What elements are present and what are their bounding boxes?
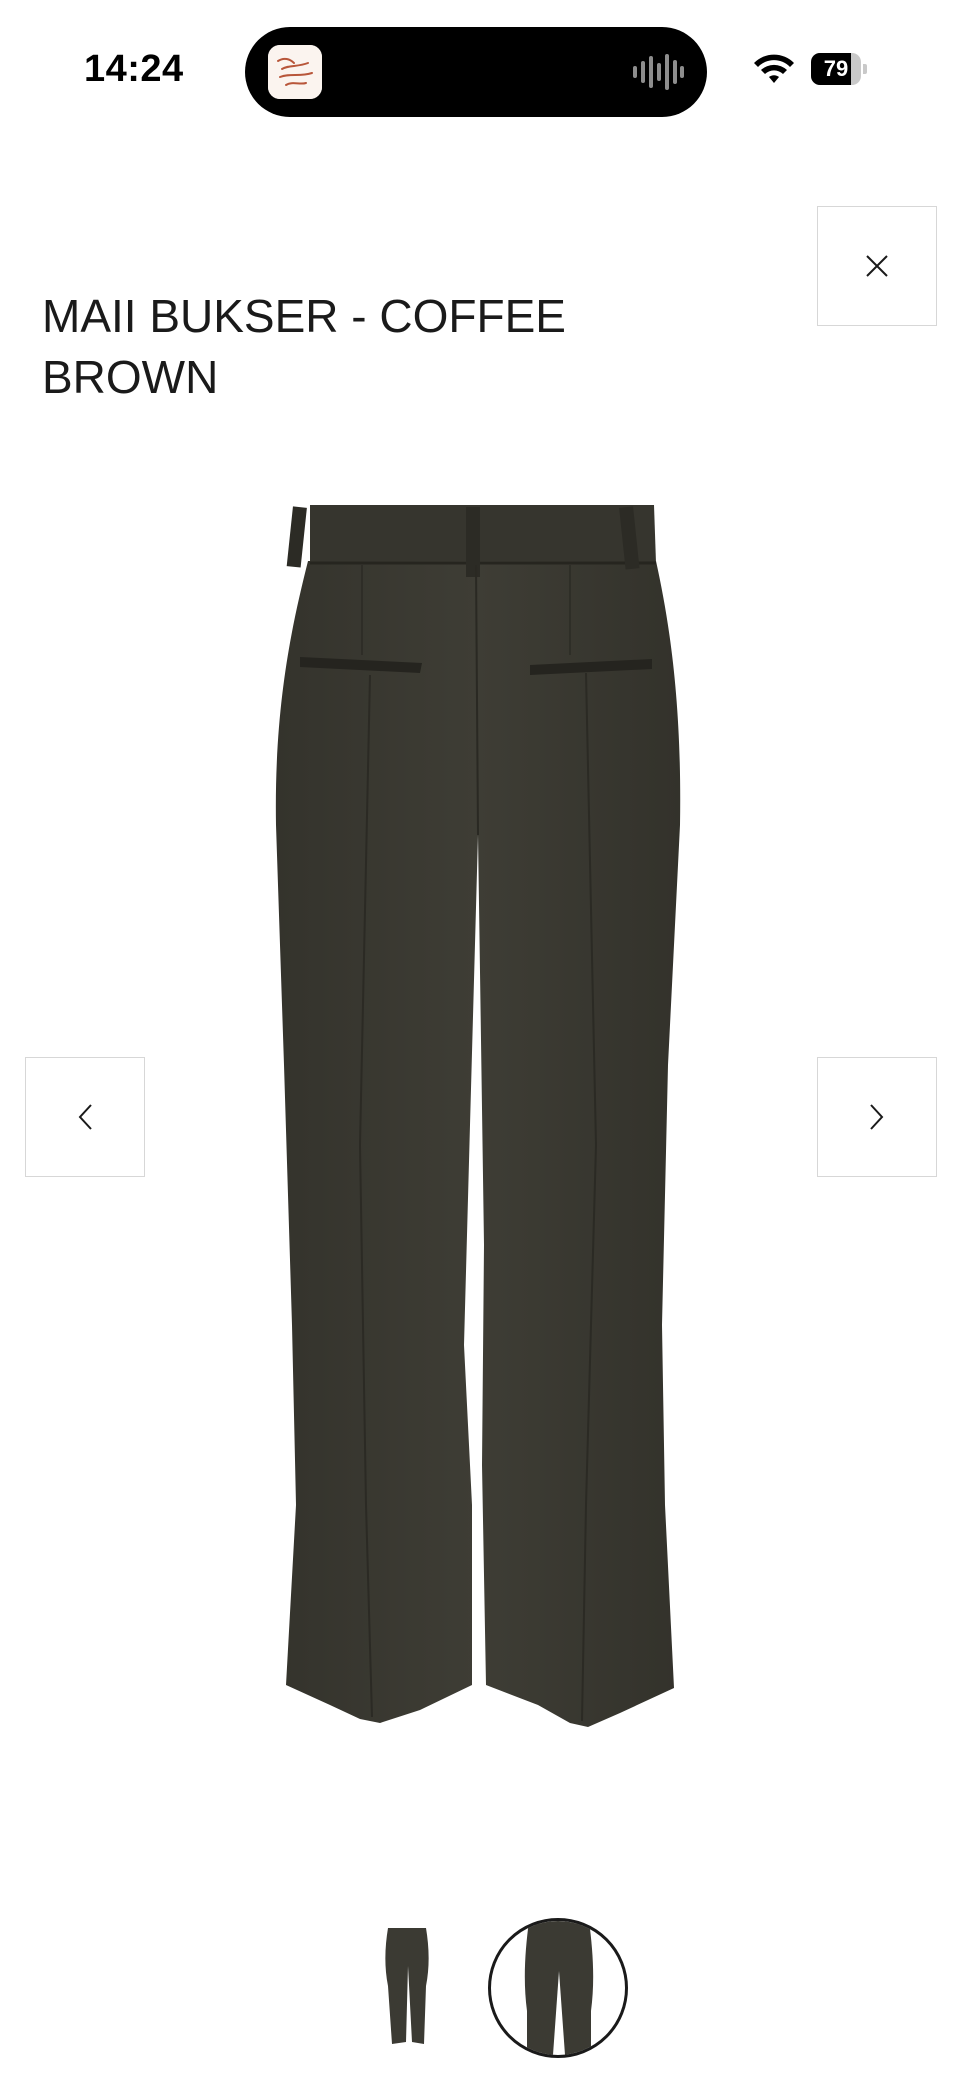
chevron-right-icon [870, 1104, 884, 1130]
thumbnail-1[interactable] [372, 1926, 442, 2046]
status-bar: 14:24 79 [0, 0, 960, 140]
battery-icon: 79 [811, 53, 867, 85]
product-image [275, 505, 681, 1727]
audio-waveform-icon [633, 54, 684, 90]
close-button[interactable] [817, 206, 937, 326]
app-activity-icon[interactable] [268, 45, 322, 99]
next-image-button[interactable] [817, 1057, 937, 1177]
previous-image-button[interactable] [25, 1057, 145, 1177]
thumbnail-2-selected[interactable] [488, 1918, 628, 2058]
chevron-left-icon [78, 1104, 92, 1130]
status-time: 14:24 [84, 48, 184, 90]
dynamic-island[interactable] [245, 27, 707, 117]
product-title: MAII BUKSER - COFFEE BROWN [42, 290, 566, 403]
close-icon [866, 255, 888, 277]
battery-level: 79 [823, 56, 849, 81]
wifi-icon [754, 54, 794, 83]
